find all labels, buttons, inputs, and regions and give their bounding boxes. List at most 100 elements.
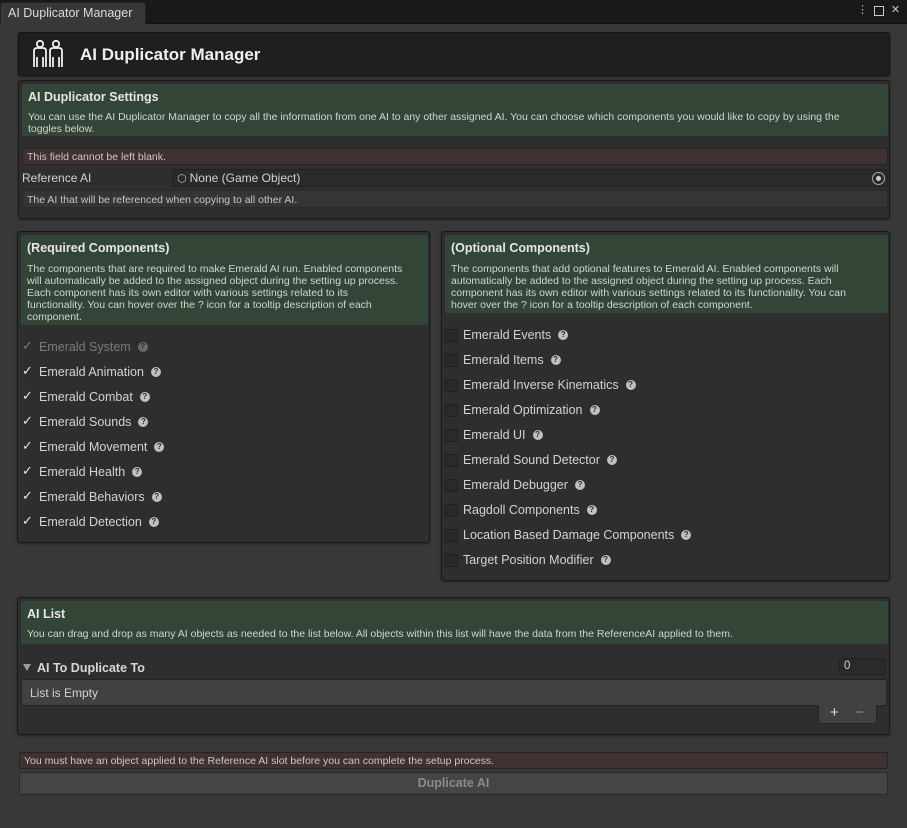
optional-panel: (Optional Components) The components tha… [441,231,890,581]
required-component-toggle[interactable]: Emerald Sounds? [21,413,149,430]
checkbox[interactable] [21,438,34,454]
checkbox[interactable] [445,353,458,367]
required-description-1: The components that are required to make… [27,263,403,275]
checkbox[interactable] [21,488,34,504]
ai-to-duplicate-foldout[interactable]: AI To Duplicate To [23,661,145,675]
page-title: AI Duplicator Manager [80,45,261,64]
help-icon[interactable]: ? [558,330,569,340]
remove-item-button[interactable]: − [855,704,864,721]
optional-component-toggle[interactable]: Emerald Inverse Kinematics? [445,377,636,393]
maximize-icon[interactable] [874,5,884,16]
settings-title: AI Duplicator Settings [28,90,159,104]
foldout-triangle-icon [23,664,31,671]
help-icon[interactable]: ? [148,517,159,527]
required-component-toggle[interactable]: Emerald Behaviors? [21,488,162,505]
footer-warning: You must have an object applied to the R… [19,752,888,769]
optional-component-toggle[interactable]: Ragdoll Components? [445,502,597,518]
required-component-toggle-label: Emerald Animation [39,365,144,379]
help-icon[interactable]: ? [151,492,162,502]
help-icon[interactable]: ? [681,530,692,540]
help-icon[interactable]: ? [137,342,148,352]
optional-description-3: component has its own editor with variou… [451,287,846,299]
required-component-toggle-label: Emerald Health [39,465,126,479]
settings-description-2: toggles below. [28,123,95,135]
checkbox[interactable] [445,428,458,442]
optional-component-toggle-label: Emerald Events [463,328,552,342]
optional-component-toggle[interactable]: Emerald UI? [445,427,543,443]
optional-component-toggle-label: Emerald Sound Detector [463,453,600,467]
ai-list-panel: AI List You can drag and drop as many AI… [17,597,890,735]
optional-component-toggle[interactable]: Location Based Damage Components? [445,527,692,543]
optional-component-toggle-label: Location Based Damage Components [463,528,675,542]
required-component-toggle[interactable]: Emerald Health? [21,463,143,480]
help-icon[interactable]: ? [154,442,165,452]
checkbox[interactable] [445,478,458,492]
optional-info-box: (Optional Components) The components tha… [445,235,888,313]
help-icon[interactable]: ? [625,380,636,390]
required-panel: (Required Components) The components tha… [17,231,430,543]
reference-ai-field[interactable]: ⬡ None (Game Object) [172,169,888,187]
window-buttons: ⋮ ✕ [857,5,901,16]
required-description-4: functionality. You can hover over the ? … [27,299,372,311]
checkbox[interactable] [21,388,34,404]
optional-description-1: The components that add optional feature… [451,263,839,275]
close-icon[interactable]: ✕ [890,5,901,16]
required-component-toggle-label: Emerald System [39,340,131,354]
checkbox[interactable] [445,553,458,567]
optional-component-toggle[interactable]: Emerald Items? [445,352,561,368]
ai-list-body[interactable]: List is Empty [21,679,887,706]
required-component-toggle-label: Emerald Detection [39,515,142,529]
help-icon[interactable]: ? [600,555,611,565]
optional-component-toggle-label: Emerald Debugger [463,478,568,492]
required-component-toggle-label: Emerald Combat [39,390,133,404]
help-icon[interactable]: ? [150,367,161,377]
add-item-button[interactable]: + [830,704,839,721]
optional-component-toggle[interactable]: Emerald Debugger? [445,477,585,493]
help-icon[interactable]: ? [586,505,597,515]
help-icon[interactable]: ? [139,392,150,402]
help-icon[interactable]: ? [574,480,585,490]
help-icon[interactable]: ? [132,467,143,477]
checkbox[interactable] [21,463,34,479]
checkbox[interactable] [445,328,458,342]
checkbox[interactable] [21,413,34,429]
window-content: AI Duplicator Manager AI Duplicator Sett… [0,24,907,828]
help-icon[interactable]: ? [532,430,543,440]
checkbox[interactable] [21,363,34,379]
required-component-toggle[interactable]: Emerald Combat? [21,388,150,405]
reference-ai-label: Reference AI [22,171,92,185]
duplicate-ai-button[interactable]: Duplicate AI [19,772,888,795]
checkbox[interactable] [445,403,458,417]
window-tab[interactable]: AI Duplicator Manager [0,2,146,24]
object-picker-icon[interactable] [872,172,885,185]
required-component-toggle-label: Emerald Behaviors [39,490,145,504]
optional-title: (Optional Components) [451,241,590,255]
optional-component-toggle-label: Emerald UI [463,428,526,442]
optional-component-toggle-label: Emerald Optimization [463,403,583,417]
checkbox[interactable] [445,453,458,467]
optional-component-toggle[interactable]: Emerald Optimization? [445,402,600,418]
window-titlebar: AI Duplicator Manager ⋮ ✕ [0,0,907,24]
required-info-box: (Required Components) The components tha… [21,235,428,325]
help-icon[interactable]: ? [550,355,561,365]
checkbox[interactable] [445,528,458,542]
optional-description-2: automatically be added to the assigned o… [451,275,832,287]
more-options-icon[interactable]: ⋮ [857,5,868,16]
required-description-5: component. [27,311,82,323]
list-count-field[interactable]: 0 [839,658,886,675]
required-component-toggle[interactable]: Emerald Animation? [21,363,161,380]
help-icon[interactable]: ? [589,405,600,415]
optional-component-toggle[interactable]: Emerald Events? [445,327,569,343]
required-title: (Required Components) [27,241,170,255]
optional-component-toggle[interactable]: Emerald Sound Detector? [445,452,617,468]
checkbox[interactable] [445,378,458,392]
checkbox[interactable] [445,503,458,517]
required-component-toggle[interactable]: Emerald Detection? [21,513,159,530]
ai-list-description: You can drag and drop as many AI objects… [27,628,733,640]
checkbox[interactable] [21,513,34,529]
help-icon[interactable]: ? [138,417,149,427]
optional-component-toggle[interactable]: Target Position Modifier? [445,552,611,568]
help-icon[interactable]: ? [606,455,617,465]
required-component-toggle[interactable]: Emerald Movement? [21,438,165,455]
optional-component-toggle-label: Target Position Modifier [463,553,594,567]
